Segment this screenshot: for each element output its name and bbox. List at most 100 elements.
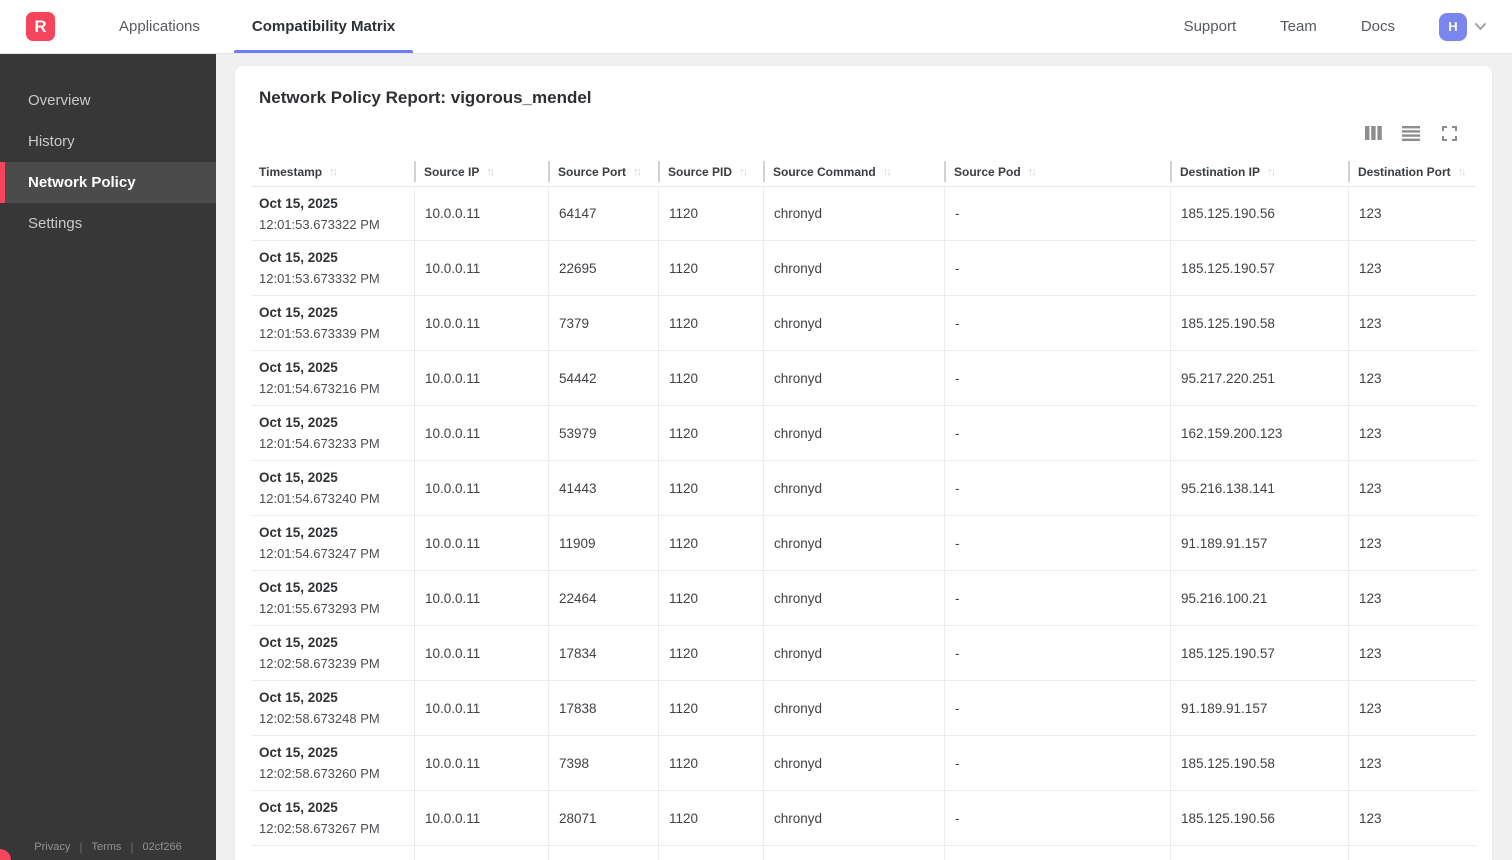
cell-source-ip: 10.0.0.11 bbox=[414, 406, 548, 460]
column-resizer[interactable] bbox=[944, 161, 946, 182]
sort-icon[interactable]: ↑↓ bbox=[486, 166, 495, 178]
cell-source-ip: 10.0.0.11 bbox=[414, 461, 548, 515]
column-header-source-port[interactable]: Source Port ↑↓ bbox=[548, 158, 658, 186]
cell-source-pid: 1120 bbox=[658, 736, 763, 790]
table-row: Oct 15, 2025 12:02:58.673239 PM 10.0.0.11 1… bbox=[251, 626, 1476, 681]
column-label: Destination IP bbox=[1180, 165, 1261, 179]
cell-timestamp: Oct 15, 2025 12:02:58.673267 PM bbox=[251, 791, 414, 845]
table-row: Oct 15, 2025 12:01:54.673216 PM 10.0.0.11 5… bbox=[251, 351, 1476, 406]
column-header-destination-port[interactable]: Destination Port ↑↓ bbox=[1348, 158, 1476, 186]
cell-date: Oct 15, 2025 bbox=[259, 415, 338, 430]
column-header-destination-ip[interactable]: Destination IP ↑↓ bbox=[1170, 158, 1348, 186]
column-resizer[interactable] bbox=[414, 161, 416, 182]
cell-source-command: chronyd bbox=[763, 626, 944, 680]
cell-date: Oct 15, 2025 bbox=[259, 690, 338, 705]
sort-icon[interactable]: ↑↓ bbox=[1458, 166, 1467, 178]
cell-destination-port: 123 bbox=[1348, 791, 1476, 845]
table-body: Oct 15, 2025 12:01:53.673322 PM 10.0.0.11 6… bbox=[251, 186, 1476, 860]
cell-source-pid: 1120 bbox=[658, 351, 763, 405]
avatar[interactable]: H bbox=[1439, 12, 1467, 41]
cell-source-pod: - bbox=[944, 516, 1170, 570]
privacy-link[interactable]: Privacy bbox=[34, 841, 70, 853]
cell-source-pod: - bbox=[944, 461, 1170, 515]
table-row: Oct 15, 2025 12:02:58.673260 PM 10.0.0.11 7… bbox=[251, 736, 1476, 791]
fullscreen-icon[interactable] bbox=[1440, 125, 1458, 141]
cell-source-port: 7379 bbox=[548, 296, 658, 350]
cell-source-command: chronyd bbox=[763, 681, 944, 735]
column-resizer[interactable] bbox=[1170, 161, 1172, 182]
cell-time: 12:01:54.673240 PM bbox=[259, 491, 380, 506]
sort-icon[interactable]: ↑↓ bbox=[739, 166, 748, 178]
cell-time: 12:01:54.673233 PM bbox=[259, 436, 380, 451]
cell-destination-ip: 162.159.200.123 bbox=[1170, 406, 1348, 460]
sort-icon[interactable]: ↑↓ bbox=[1267, 166, 1276, 178]
column-label: Timestamp bbox=[259, 165, 323, 179]
nav-link-support[interactable]: Support bbox=[1184, 18, 1237, 35]
column-header-timestamp[interactable]: Timestamp ↑↓ bbox=[251, 158, 414, 186]
footer-divider: | bbox=[79, 840, 83, 854]
cell-source-command: chronyd bbox=[763, 516, 944, 570]
cell-source-port: 54442 bbox=[548, 351, 658, 405]
column-label: Source IP bbox=[424, 165, 480, 179]
column-header-source-ip[interactable]: Source IP ↑↓ bbox=[414, 158, 548, 186]
cell-source-ip: 10.0.0.11 bbox=[414, 791, 548, 845]
chevron-down-icon[interactable] bbox=[1473, 19, 1488, 34]
cell-source-port: 17834 bbox=[548, 626, 658, 680]
column-resizer[interactable] bbox=[763, 161, 765, 182]
cell-source-ip: 10.0.0.11 bbox=[414, 681, 548, 735]
sidebar-item-history[interactable]: History bbox=[0, 121, 216, 162]
cell-timestamp: Oct 15, 2025 12:02:58.673260 PM bbox=[251, 736, 414, 790]
cell-date: Oct 15, 2025 bbox=[259, 745, 338, 760]
sidebar-item-settings[interactable]: Settings bbox=[0, 203, 216, 244]
sort-icon[interactable]: ↑↓ bbox=[329, 166, 338, 178]
table-row: Oct 15, 2025 12:01:53.673322 PM 10.0.0.11 6… bbox=[251, 186, 1476, 241]
sort-icon[interactable]: ↑↓ bbox=[1028, 166, 1037, 178]
cell-source-pod: - bbox=[944, 791, 1170, 845]
sort-icon[interactable]: ↑↓ bbox=[883, 166, 892, 178]
column-header-source-pod[interactable]: Source Pod ↑↓ bbox=[944, 158, 1170, 186]
app-logo-letter: R bbox=[34, 16, 47, 36]
cell-source-command: chronyd bbox=[763, 241, 944, 295]
column-label: Destination Port bbox=[1358, 165, 1451, 179]
column-header-source-pid[interactable]: Source PID ↑↓ bbox=[658, 158, 763, 186]
cell-destination-ip: 95.216.138.141 bbox=[1170, 461, 1348, 515]
nav-tab-compatibility-matrix[interactable]: Compatibility Matrix bbox=[226, 0, 421, 53]
cell-source-command: chronyd bbox=[763, 571, 944, 625]
column-resizer[interactable] bbox=[548, 161, 550, 182]
nav-tab-applications[interactable]: Applications bbox=[93, 0, 226, 53]
table-row: Oct 15, 2025 12:02:58.673267 PM 10.0.0.11 2… bbox=[251, 791, 1476, 846]
sidebar-footer: Privacy | Terms | 02cf266 bbox=[0, 840, 216, 854]
cell-source-port: 17838 bbox=[548, 681, 658, 735]
sidebar-item-network-policy[interactable]: Network Policy bbox=[0, 162, 216, 203]
table-toolbar bbox=[251, 124, 1476, 142]
terms-link[interactable]: Terms bbox=[91, 841, 121, 853]
cell-destination-port: 123 bbox=[1348, 296, 1476, 350]
cell-source-command: chronyd bbox=[763, 351, 944, 405]
app-logo[interactable]: R bbox=[26, 12, 55, 41]
report-card: Network Policy Report: vigorous_mendel T… bbox=[235, 66, 1492, 860]
sidebar: Overview History Network Policy Settings Pr… bbox=[0, 54, 216, 860]
nav-link-docs[interactable]: Docs bbox=[1361, 18, 1395, 35]
nav-link-team[interactable]: Team bbox=[1280, 18, 1317, 35]
user-menu[interactable]: H bbox=[1439, 12, 1488, 41]
cell-source-ip: 10.0.0.11 bbox=[414, 351, 548, 405]
cell-destination-ip: 185.125.190.57 bbox=[1170, 241, 1348, 295]
cell-time: 12:02:58.673267 PM bbox=[259, 821, 380, 836]
cell-source-ip: 10.0.0.11 bbox=[414, 296, 548, 350]
cell-timestamp: Oct 15, 2025 12:01:53.673322 PM bbox=[251, 187, 414, 240]
sort-icon[interactable]: ↑↓ bbox=[633, 166, 642, 178]
sidebar-item-overview[interactable]: Overview bbox=[0, 80, 216, 121]
column-header-source-command[interactable]: Source Command ↑↓ bbox=[763, 158, 944, 186]
rows-view-icon[interactable] bbox=[1402, 125, 1420, 141]
column-resizer[interactable] bbox=[1348, 161, 1350, 182]
column-resizer[interactable] bbox=[658, 161, 660, 182]
cell-date: Oct 15, 2025 bbox=[259, 195, 338, 211]
cell-date: Oct 15, 2025 bbox=[259, 580, 338, 595]
cell-source-pod: - bbox=[944, 241, 1170, 295]
columns-view-icon[interactable] bbox=[1364, 125, 1382, 141]
cell-destination-ip: 185.125.190.56 bbox=[1170, 791, 1348, 845]
cell-time: 12:01:53.673339 PM bbox=[259, 326, 380, 341]
cell-source-port: 41443 bbox=[548, 461, 658, 515]
cell-date: Oct 15, 2025 bbox=[259, 525, 338, 540]
page-title: Network Policy Report: vigorous_mendel bbox=[259, 88, 592, 107]
